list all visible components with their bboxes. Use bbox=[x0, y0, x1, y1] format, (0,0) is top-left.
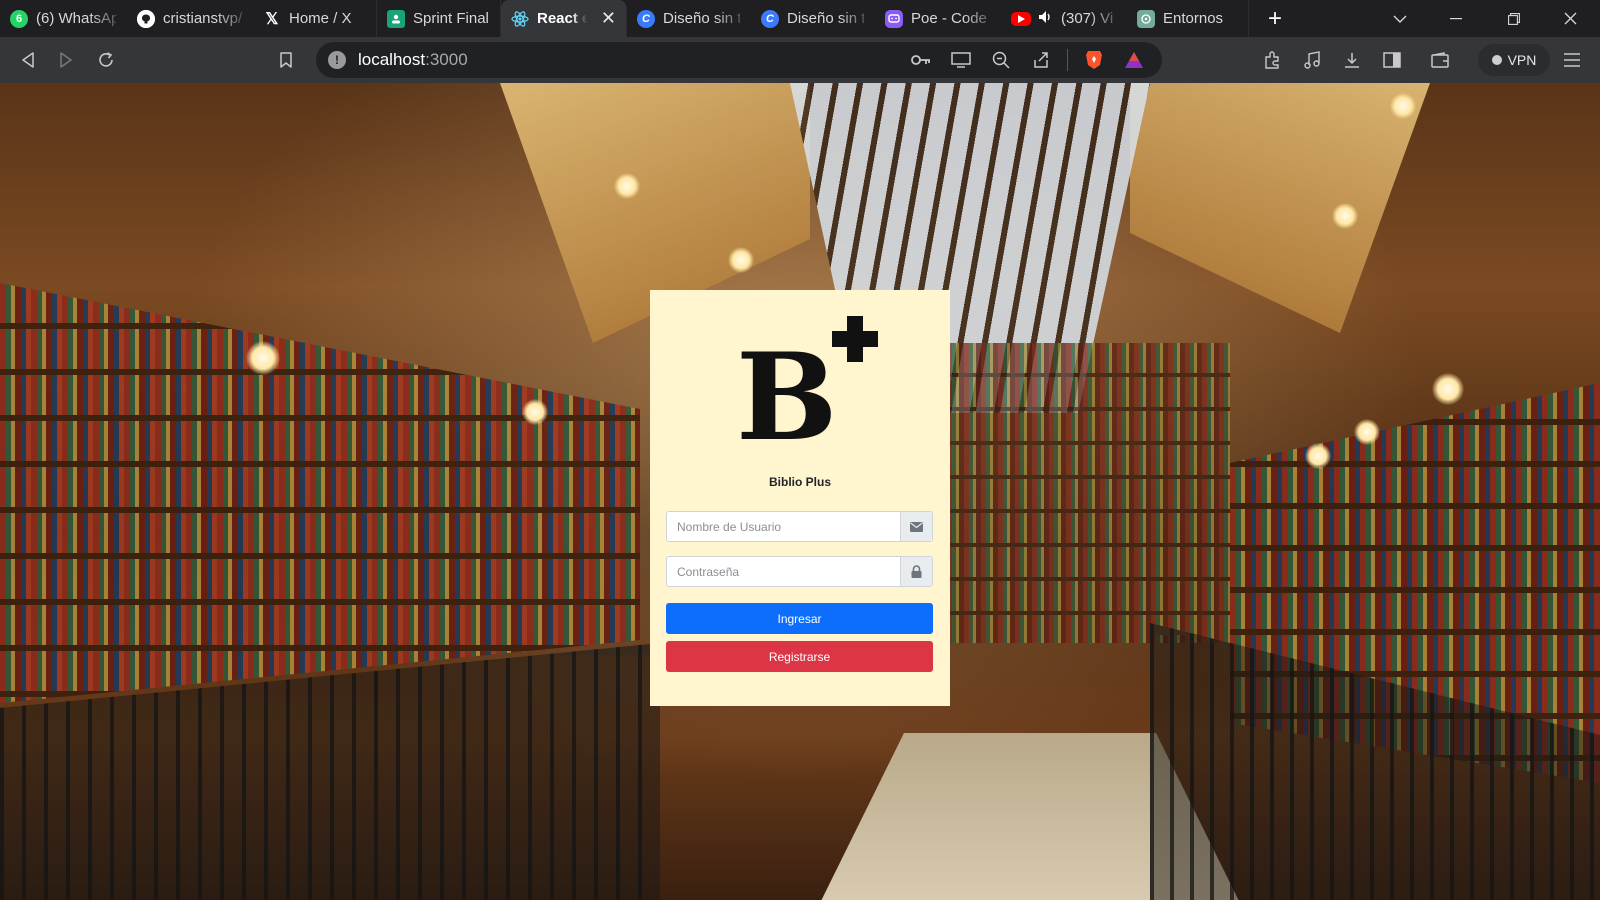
browser-toolbar: ! localhost :3000 VPN bbox=[0, 37, 1600, 83]
url-host: localhost bbox=[358, 50, 426, 69]
whatsapp-icon: 6 bbox=[10, 9, 28, 28]
bookshelves-center bbox=[930, 343, 1230, 643]
toolbar-divider bbox=[1067, 49, 1068, 71]
login-button[interactable]: Ingresar bbox=[666, 603, 933, 634]
tab-whatsapp[interactable]: 6 (6) WhatsAp bbox=[0, 0, 127, 37]
lamp bbox=[246, 341, 280, 375]
tab-entornos[interactable]: Entornos bbox=[1127, 0, 1249, 37]
brave-rewards-icon[interactable] bbox=[1116, 42, 1152, 78]
tab-canva-2[interactable]: C Diseño sin t bbox=[751, 0, 875, 37]
plus-icon bbox=[832, 316, 878, 362]
address-bar[interactable]: ! localhost :3000 bbox=[316, 42, 1162, 78]
lamp bbox=[728, 247, 754, 273]
url-port: :3000 bbox=[425, 50, 468, 69]
brave-shields-icon[interactable] bbox=[1076, 42, 1112, 78]
x-icon: 𝕏 bbox=[265, 10, 279, 28]
site-info-icon[interactable]: ! bbox=[328, 51, 346, 69]
menu-icon[interactable] bbox=[1552, 40, 1592, 80]
poe-icon bbox=[885, 9, 903, 28]
tab-title: Entornos bbox=[1163, 10, 1224, 27]
tab-title: cristianstvp/ bbox=[163, 10, 242, 27]
restore-icon[interactable] bbox=[1486, 0, 1542, 37]
download-icon[interactable] bbox=[1332, 40, 1372, 80]
lamp bbox=[1332, 203, 1358, 229]
bookshelves-left bbox=[0, 283, 640, 703]
tab-canva-1[interactable]: C Diseño sin t bbox=[627, 0, 751, 37]
envelope-icon bbox=[900, 512, 932, 541]
close-tab-icon[interactable]: ✕ bbox=[601, 8, 616, 29]
youtube-icon bbox=[1011, 11, 1031, 26]
lamp bbox=[1432, 373, 1464, 405]
ceiling-right bbox=[1130, 83, 1430, 333]
classroom-icon bbox=[387, 9, 405, 28]
lamp bbox=[1305, 443, 1331, 469]
tab-title: Home / X bbox=[289, 10, 352, 27]
close-window-icon[interactable] bbox=[1542, 0, 1598, 37]
browser-tab-strip: 6 (6) WhatsAp cristianstvp/ 𝕏 Home / X S… bbox=[0, 0, 1600, 37]
wallet-icon[interactable] bbox=[1420, 40, 1460, 80]
vpn-button[interactable]: VPN bbox=[1478, 44, 1550, 76]
back-icon[interactable] bbox=[8, 40, 48, 80]
lamp bbox=[1390, 93, 1416, 119]
speaker-icon[interactable] bbox=[1039, 11, 1053, 26]
tab-title: Poe - Code bbox=[911, 10, 987, 27]
tab-x[interactable]: 𝕏 Home / X bbox=[253, 0, 377, 37]
library-background: B Biblio Plus Ingresar Registrarse bbox=[0, 83, 1600, 900]
register-button[interactable]: Registrarse bbox=[666, 641, 933, 672]
tab-title: Diseño sin t bbox=[787, 10, 864, 27]
password-field bbox=[666, 556, 933, 587]
tab-poe[interactable]: Poe - Code bbox=[875, 0, 1001, 37]
lamp bbox=[522, 399, 548, 425]
canva-icon: C bbox=[637, 9, 655, 28]
github-icon bbox=[137, 9, 155, 28]
share-icon[interactable] bbox=[1023, 42, 1059, 78]
lamp bbox=[1354, 419, 1380, 445]
media-icon[interactable] bbox=[1292, 40, 1332, 80]
brand-name: Biblio Plus bbox=[768, 475, 831, 489]
new-tab-button[interactable]: + bbox=[1255, 0, 1295, 37]
key-icon[interactable] bbox=[903, 42, 939, 78]
react-icon bbox=[511, 10, 529, 28]
forward-icon[interactable] bbox=[46, 40, 86, 80]
cast-icon[interactable] bbox=[943, 42, 979, 78]
login-card: B Biblio Plus Ingresar Registrarse bbox=[650, 290, 950, 706]
tab-react-active[interactable]: React e ✕ bbox=[501, 0, 627, 37]
chatgpt-icon bbox=[1137, 9, 1155, 28]
tab-title: Sprint Final bbox=[413, 10, 489, 27]
tab-title: (307) Vi bbox=[1061, 10, 1114, 27]
username-field bbox=[666, 511, 933, 542]
tab-title: React e bbox=[537, 10, 587, 27]
logo-letter: B bbox=[736, 327, 837, 468]
reload-icon[interactable] bbox=[86, 40, 126, 80]
tab-title: (6) WhatsAp bbox=[36, 10, 116, 27]
vpn-status-icon bbox=[1491, 55, 1502, 65]
tab-title: Diseño sin t bbox=[663, 10, 740, 27]
tab-youtube[interactable]: (307) Vi bbox=[1001, 0, 1127, 37]
tab-github[interactable]: cristianstvp/ bbox=[127, 0, 253, 37]
tab-sprint-final[interactable]: Sprint Final bbox=[377, 0, 501, 37]
biblio-plus-logo: B bbox=[736, 316, 878, 468]
lamp bbox=[614, 173, 640, 199]
tab-search-chevron-icon[interactable] bbox=[1372, 0, 1428, 37]
sidebar-icon[interactable] bbox=[1372, 40, 1412, 80]
bookmark-icon[interactable] bbox=[266, 40, 306, 80]
extensions-icon[interactable] bbox=[1252, 40, 1292, 80]
vpn-label: VPN bbox=[1507, 52, 1537, 68]
zoom-out-icon[interactable] bbox=[983, 42, 1019, 78]
username-input[interactable] bbox=[667, 512, 900, 541]
lock-icon bbox=[900, 557, 932, 586]
minimize-icon[interactable] bbox=[1428, 0, 1484, 37]
canva-icon: C bbox=[761, 9, 779, 28]
password-input[interactable] bbox=[667, 557, 900, 586]
